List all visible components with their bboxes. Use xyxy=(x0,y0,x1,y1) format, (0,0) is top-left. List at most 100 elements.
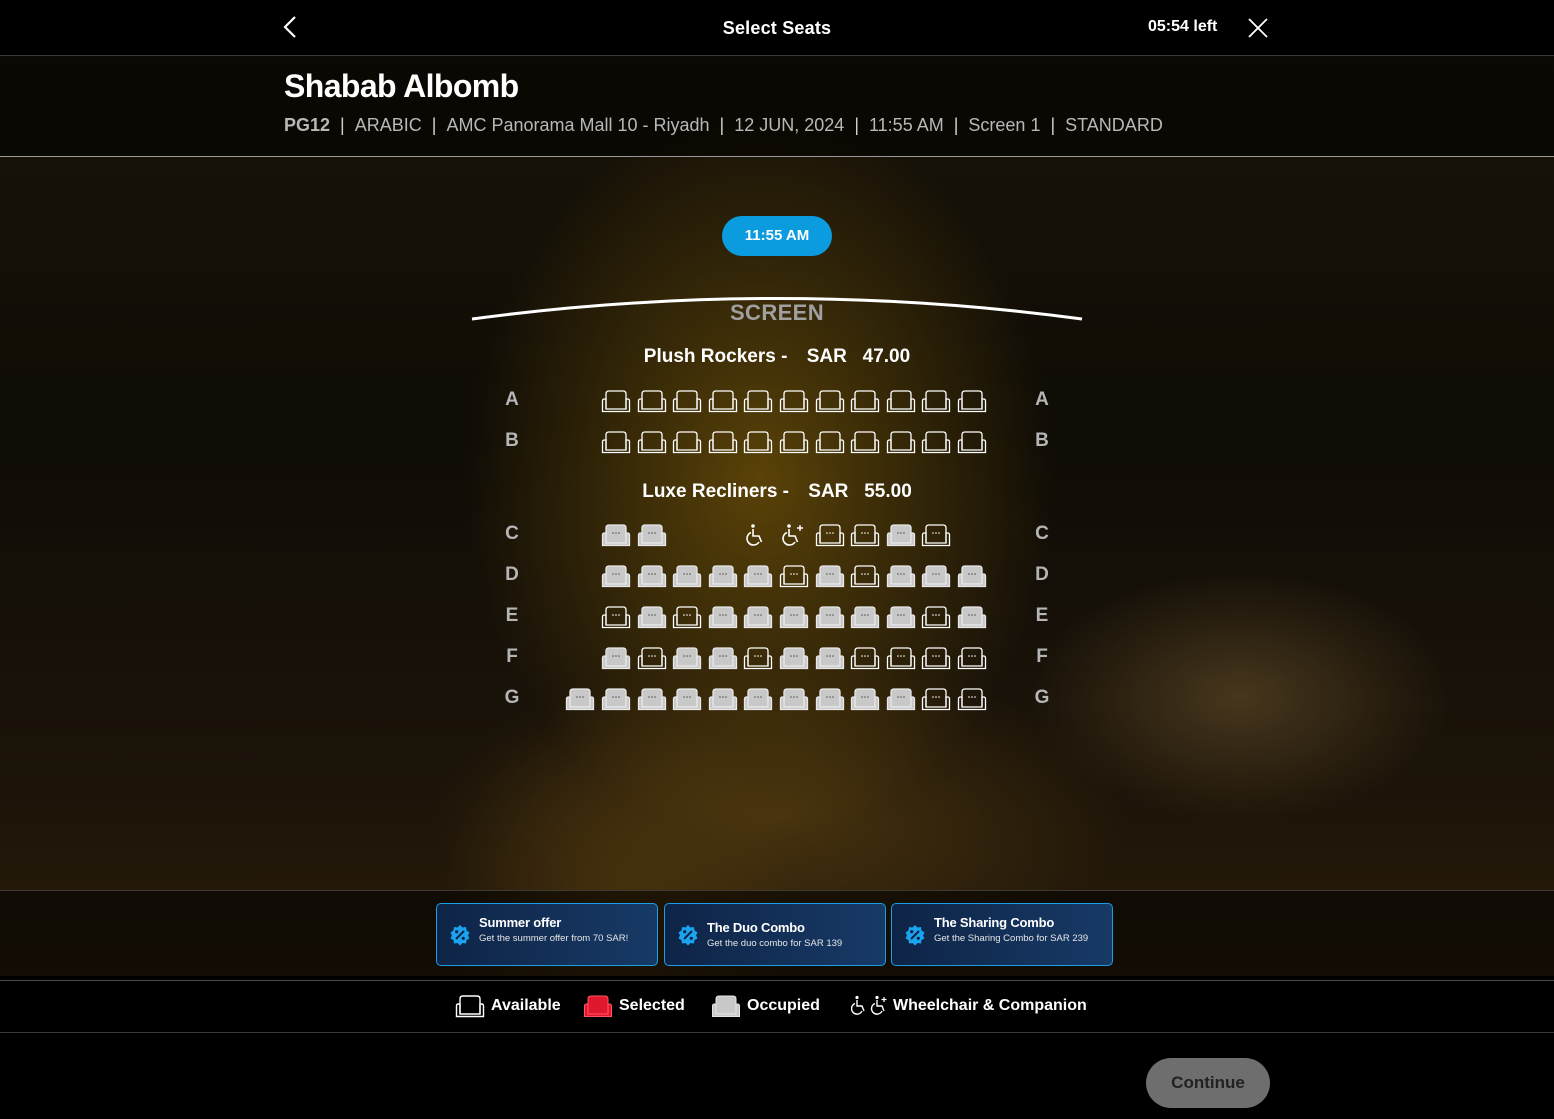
seat-B3-available[interactable] xyxy=(672,429,702,455)
seat-F7-occupied xyxy=(815,645,845,671)
language: ARABIC xyxy=(354,115,422,135)
seat-E4-occupied xyxy=(708,604,738,630)
seat-D6-available[interactable] xyxy=(779,563,809,589)
seat-A4-available[interactable] xyxy=(708,388,738,414)
seat-A11-available[interactable] xyxy=(957,388,987,414)
close-icon[interactable] xyxy=(1246,16,1270,40)
percent-badge-icon xyxy=(905,925,925,946)
seat-F4-occupied xyxy=(708,645,738,671)
seat-B6-available[interactable] xyxy=(779,429,809,455)
seat-A5-available[interactable] xyxy=(743,388,773,414)
seat-B9-available[interactable] xyxy=(886,429,916,455)
seat-A8-available[interactable] xyxy=(850,388,880,414)
legend-label: Selected xyxy=(619,997,685,1014)
seat-D1-occupied xyxy=(601,563,631,589)
seat-C5-available[interactable] xyxy=(815,522,845,548)
seat-F2-available[interactable] xyxy=(637,645,667,671)
legend-occupied: Occupied xyxy=(711,993,820,1019)
seat-G4-occupied xyxy=(672,686,702,712)
seat-F6-occupied xyxy=(779,645,809,671)
seat-A1-available[interactable] xyxy=(601,388,631,414)
seat-E7-occupied xyxy=(815,604,845,630)
seat-F1-occupied xyxy=(601,645,631,671)
section-name: Luxe Recliners - xyxy=(642,481,789,502)
seat-B8-available[interactable] xyxy=(850,429,880,455)
row-label-right: E xyxy=(1035,605,1049,626)
seat-A6-available[interactable] xyxy=(779,388,809,414)
backdrop-image xyxy=(0,56,1554,976)
movie-title: Shabab Albomb xyxy=(284,68,519,104)
seat-A7-available[interactable] xyxy=(815,388,845,414)
screen-number: Screen 1 xyxy=(968,115,1041,135)
offer-card-duo[interactable]: The Duo Combo Get the duo combo for SAR … xyxy=(664,903,886,966)
row-label-left: E xyxy=(505,605,519,626)
seat-G12-available[interactable] xyxy=(957,686,987,712)
section-title-plush: Plush Rockers - SAR 47.00 xyxy=(0,346,1554,368)
seat-G6-occupied xyxy=(743,686,773,712)
percent-badge-icon xyxy=(450,925,470,946)
seat-A2-available[interactable] xyxy=(637,388,667,414)
seat-B2-available[interactable] xyxy=(637,429,667,455)
seat-G8-occupied xyxy=(815,686,845,712)
seat-A10-available[interactable] xyxy=(921,388,951,414)
companion-seat-icon[interactable] xyxy=(779,522,809,548)
row-label-right: D xyxy=(1035,564,1049,585)
legend-available: Available xyxy=(455,993,561,1019)
seat-E8-occupied xyxy=(850,604,880,630)
seat-F10-available[interactable] xyxy=(921,645,951,671)
row-label-left: C xyxy=(505,523,519,544)
seat-D9-occupied xyxy=(886,563,916,589)
offer-description: Get the Sharing Combo for SAR 239 xyxy=(934,933,1089,944)
seat-E3-available[interactable] xyxy=(672,604,702,630)
seat-E6-occupied xyxy=(779,604,809,630)
page-title: Select Seats xyxy=(722,18,832,38)
seat-C8-available[interactable] xyxy=(921,522,951,548)
seat-D8-available[interactable] xyxy=(850,563,880,589)
seat-B7-available[interactable] xyxy=(815,429,845,455)
seat-B10-available[interactable] xyxy=(921,429,951,455)
seat-D3-occupied xyxy=(672,563,702,589)
cinema-name: AMC Panorama Mall 10 - Riyadh xyxy=(446,115,710,135)
show-date: 12 JUN, 2024 xyxy=(734,115,845,135)
countdown-timer: 05:54 left xyxy=(1148,18,1218,35)
offer-card-sharing[interactable]: The Sharing Combo Get the Sharing Combo … xyxy=(891,903,1113,966)
seat-C6-available[interactable] xyxy=(850,522,880,548)
showtime-pill[interactable]: 11:55 AM xyxy=(722,216,832,256)
seat-C7-occupied xyxy=(886,522,916,548)
seat-D5-occupied xyxy=(743,563,773,589)
seat-B5-available[interactable] xyxy=(743,429,773,455)
seat-A3-available[interactable] xyxy=(672,388,702,414)
selected-seat-icon xyxy=(583,993,613,1019)
seat-F9-available[interactable] xyxy=(886,645,916,671)
legend-label: Available xyxy=(491,997,561,1014)
legend-label: Occupied xyxy=(747,997,820,1014)
seat-D10-occupied xyxy=(921,563,951,589)
row-label-right: F xyxy=(1036,646,1048,667)
seat-F11-available[interactable] xyxy=(957,645,987,671)
offer-title: The Sharing Combo xyxy=(934,915,1055,930)
offer-card-summer[interactable]: Summer offer Get the summer offer from 7… xyxy=(436,903,658,966)
show-time: 11:55 AM xyxy=(869,115,944,135)
seat-F5-available[interactable] xyxy=(743,645,773,671)
seat-E10-available[interactable] xyxy=(921,604,951,630)
offer-description: Get the duo combo for SAR 139 xyxy=(707,938,843,949)
seat-B11-available[interactable] xyxy=(957,429,987,455)
section-price: SAR 55.00 xyxy=(808,481,912,502)
seat-G1-occupied xyxy=(565,686,595,712)
available-seat-icon xyxy=(455,993,485,1019)
row-label-left: A xyxy=(505,389,519,410)
seat-F8-available[interactable] xyxy=(850,645,880,671)
seat-B1-available[interactable] xyxy=(601,429,631,455)
seat-E5-occupied xyxy=(743,604,773,630)
seat-G5-occupied xyxy=(708,686,738,712)
seat-A9-available[interactable] xyxy=(886,388,916,414)
seat-B4-available[interactable] xyxy=(708,429,738,455)
legend-selected: Selected xyxy=(583,993,685,1019)
seat-E1-available[interactable] xyxy=(601,604,631,630)
legend-label: Wheelchair & Companion xyxy=(893,997,1087,1014)
row-label-left: F xyxy=(506,646,518,667)
seat-D4-occupied xyxy=(708,563,738,589)
continue-button[interactable]: Continue xyxy=(1146,1058,1270,1108)
seat-G11-available[interactable] xyxy=(921,686,951,712)
wheelchair-seat-icon[interactable] xyxy=(743,522,773,548)
